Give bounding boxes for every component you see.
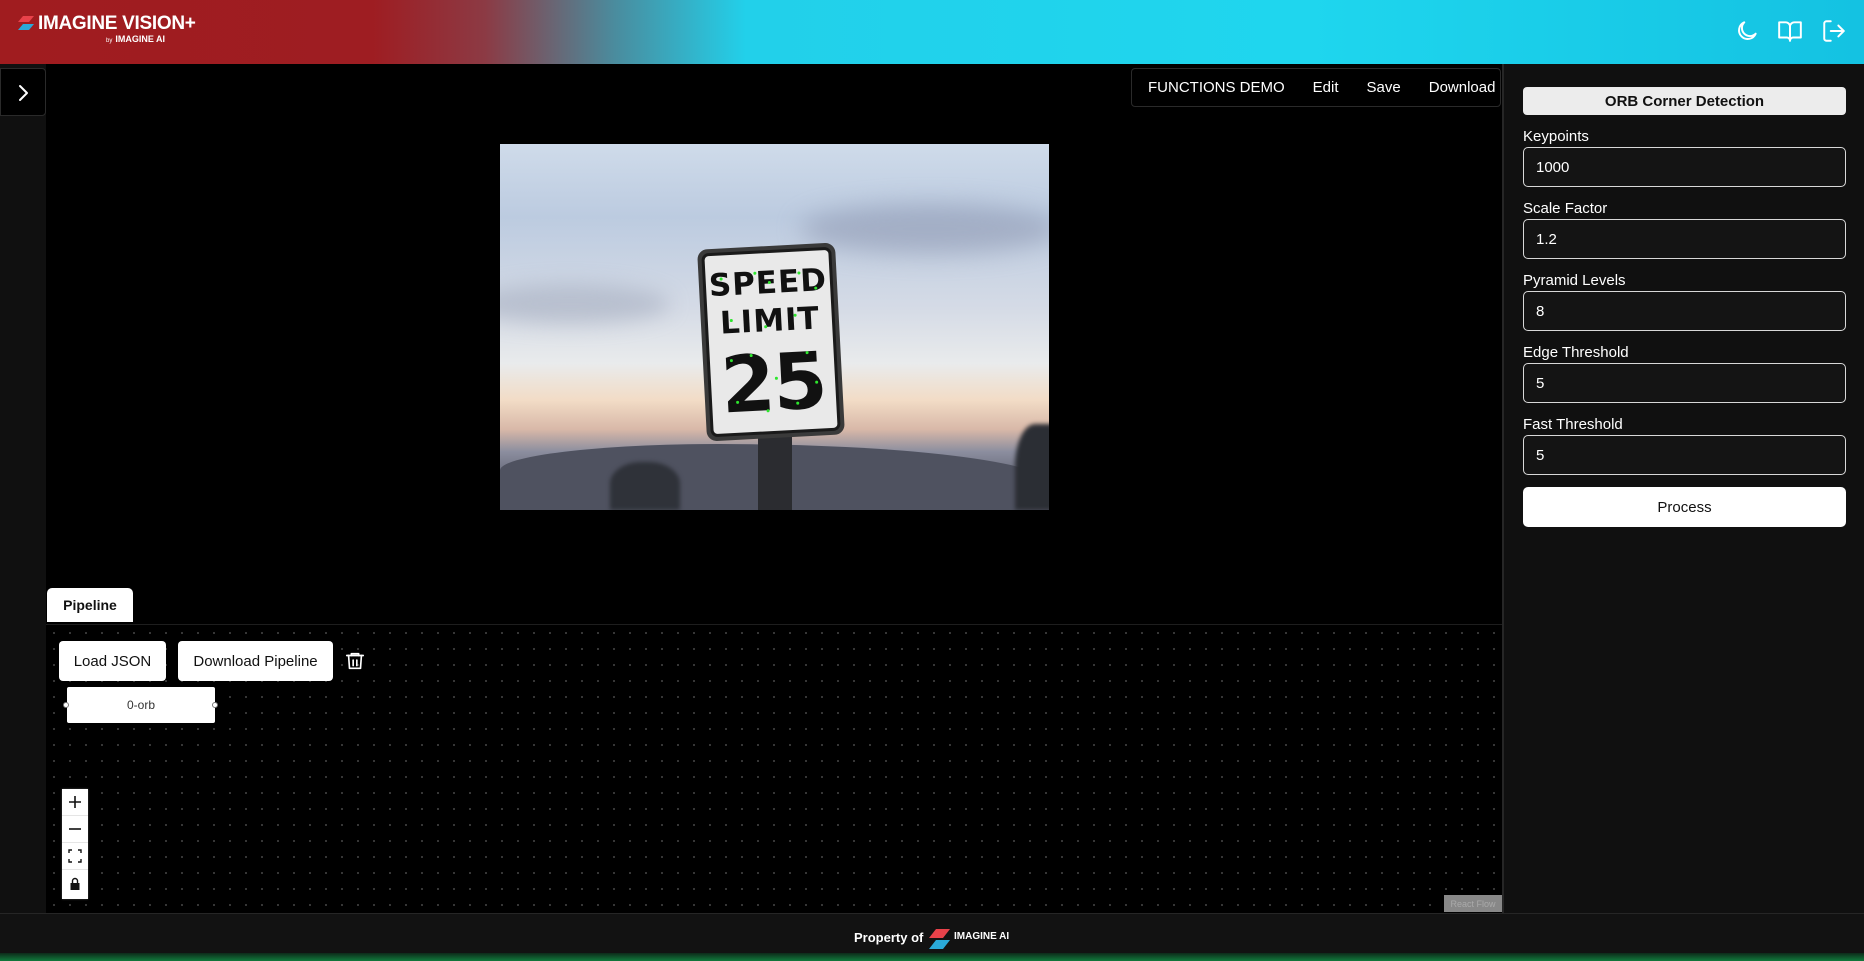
lock-toggle-button[interactable] <box>62 870 88 897</box>
photo-cloud <box>800 204 1049 254</box>
footer-logo-text: IMAGINE AI <box>954 931 1010 942</box>
keypoint-marker <box>796 401 800 405</box>
logo-sub-brand: IMAGINE AI <box>115 34 166 44</box>
photo-trees <box>1015 424 1049 510</box>
tab-pipeline[interactable]: Pipeline <box>47 588 133 622</box>
photo-cloud <box>500 284 670 324</box>
sidebar-expand-button[interactable] <box>0 68 46 116</box>
react-flow-attribution[interactable]: React Flow <box>1444 895 1502 912</box>
menu-download[interactable]: Download <box>1429 79 1496 96</box>
book-open-icon[interactable] <box>1777 18 1803 44</box>
processed-image: SPEED LIMIT 25 <box>500 144 1049 510</box>
sign-post <box>758 434 792 510</box>
fit-view-icon <box>68 849 82 863</box>
keypoint-marker <box>774 376 778 380</box>
app-header: IMAGINE VISION+ by IMAGINE AI <box>0 0 1864 64</box>
footer-property-text: Property of <box>854 930 924 945</box>
footer-logo-mark-icon <box>929 929 950 949</box>
trash-icon[interactable] <box>344 650 366 672</box>
sign-text-number: 25 <box>718 336 828 432</box>
keypoint-marker <box>736 400 740 404</box>
zoom-out-button[interactable] <box>62 816 88 843</box>
logo-mark-icon <box>18 16 34 30</box>
logo-title: IMAGINE VISION+ <box>38 13 196 34</box>
fast-threshold-input[interactable]: 5 <box>1523 435 1846 475</box>
pyramid-levels-label: Pyramid Levels <box>1523 272 1626 289</box>
left-sidebar-rail <box>0 64 46 913</box>
minus-icon <box>69 828 81 830</box>
keypoint-marker <box>793 313 797 317</box>
menu-functions-demo[interactable]: FUNCTIONS DEMO <box>1148 79 1285 96</box>
zoom-in-button[interactable] <box>62 789 88 816</box>
footer-accent-bar <box>0 953 1864 961</box>
load-json-button[interactable]: Load JSON <box>59 641 166 681</box>
menu-edit[interactable]: Edit <box>1313 79 1339 96</box>
node-input-handle[interactable] <box>63 702 69 708</box>
scale-factor-label: Scale Factor <box>1523 200 1608 217</box>
photo-trees <box>610 462 680 510</box>
menu-save[interactable]: Save <box>1367 79 1401 96</box>
edge-threshold-input[interactable]: 5 <box>1523 363 1846 403</box>
fit-view-button[interactable] <box>62 843 88 870</box>
node-output-handle[interactable] <box>212 702 218 708</box>
pyramid-levels-input[interactable]: 8 <box>1523 291 1846 331</box>
moon-icon[interactable] <box>1734 18 1760 44</box>
speed-limit-sign: SPEED LIMIT 25 <box>697 242 845 442</box>
top-menubar: FUNCTIONS DEMO Edit Save Download <box>1131 68 1501 107</box>
download-pipeline-button[interactable]: Download Pipeline <box>178 641 333 681</box>
sign-face: SPEED LIMIT 25 <box>701 246 841 438</box>
logout-icon[interactable] <box>1821 18 1847 44</box>
scale-factor-input[interactable]: 1.2 <box>1523 219 1846 259</box>
edge-threshold-label: Edge Threshold <box>1523 344 1629 361</box>
flow-controls <box>62 789 88 899</box>
logo-by: by <box>106 38 113 44</box>
chevron-right-icon <box>19 85 28 101</box>
keypoint-marker <box>753 271 757 275</box>
keypoint-marker <box>766 409 770 413</box>
lock-icon <box>70 877 80 890</box>
keypoints-input[interactable]: 1000 <box>1523 147 1846 187</box>
plus-icon <box>69 796 81 808</box>
logo-subtitle: by IMAGINE AI <box>106 34 165 44</box>
fast-threshold-label: Fast Threshold <box>1523 416 1623 433</box>
process-button[interactable]: Process <box>1523 487 1846 527</box>
panel-title: ORB Corner Detection <box>1523 87 1846 115</box>
pipeline-node-orb[interactable]: 0-orb <box>67 687 215 723</box>
keypoints-label: Keypoints <box>1523 128 1589 145</box>
